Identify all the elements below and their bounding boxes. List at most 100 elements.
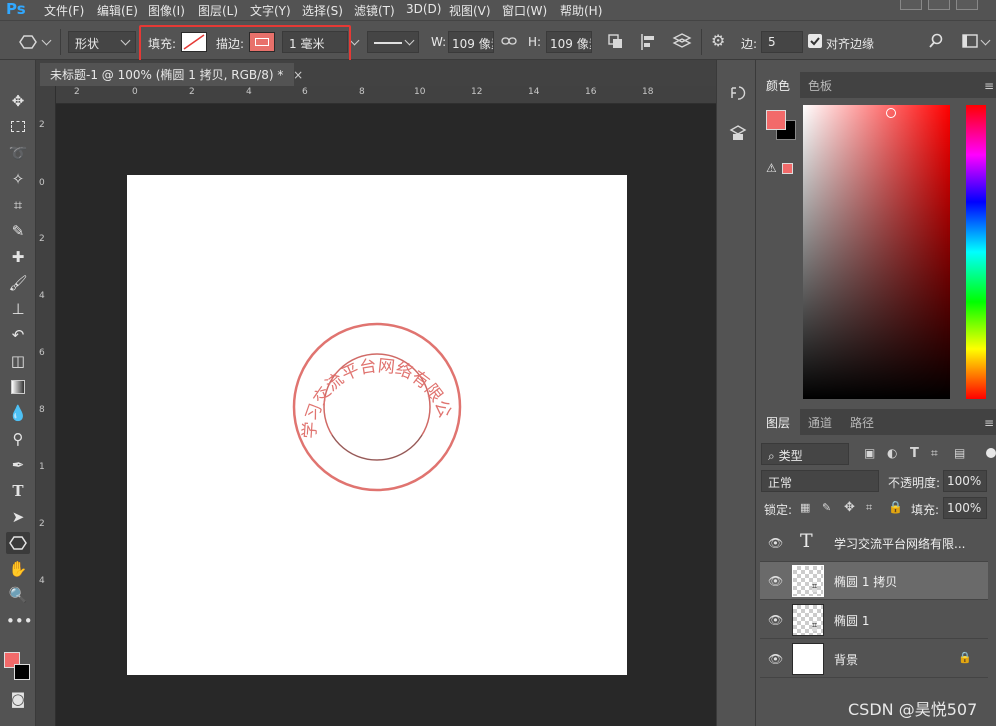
maximize-button[interactable] bbox=[928, 0, 950, 10]
lock-all-icon[interactable]: 🔒 bbox=[888, 500, 903, 514]
pixel-layer-filter-icon[interactable]: ▣ bbox=[864, 446, 875, 460]
seal-text[interactable]: 学习交流平台网络有限公司 bbox=[119, 160, 455, 439]
more-tools-icon[interactable]: ••• bbox=[6, 610, 33, 632]
healing-brush-tool-icon[interactable]: ✚ bbox=[6, 246, 30, 268]
menu-edit[interactable]: 编辑(E) bbox=[97, 2, 138, 19]
menu-select[interactable]: 选择(S) bbox=[302, 2, 343, 19]
lock-position-icon[interactable]: ✥ bbox=[844, 500, 855, 515]
path-operations-icon[interactable] bbox=[607, 33, 625, 51]
menu-filter[interactable]: 滤镜(T) bbox=[354, 2, 395, 19]
tab-color[interactable]: 颜色 bbox=[756, 72, 801, 98]
menu-file[interactable]: 文件(F) bbox=[44, 2, 84, 19]
gamut-warning-icon[interactable]: ⚠ bbox=[766, 161, 777, 175]
layer-row-ellipse-copy[interactable]: 👁 ⌗ 椭圆 1 拷贝 bbox=[760, 562, 988, 600]
chevron-down-icon[interactable] bbox=[41, 35, 52, 46]
lock-pixels-icon[interactable]: ✎ bbox=[822, 501, 831, 514]
eyedropper-tool-icon[interactable]: ✎ bbox=[6, 220, 30, 242]
chevron-down-icon[interactable] bbox=[349, 35, 360, 46]
minimize-button[interactable] bbox=[900, 0, 922, 10]
eye-icon[interactable]: 👁 bbox=[768, 613, 783, 627]
marquee-tool-icon[interactable] bbox=[6, 116, 30, 138]
path-selection-tool-icon[interactable]: ➤ bbox=[6, 506, 30, 528]
close-window-button[interactable] bbox=[956, 0, 978, 10]
polygon-tool-icon[interactable] bbox=[6, 532, 30, 554]
menu-image[interactable]: 图像(I) bbox=[148, 2, 185, 19]
blur-tool-icon[interactable]: 💧 bbox=[6, 402, 30, 424]
tools-panel: ✥ ➰ ✧ ⌗ ✎ ✚ 🖌 ⊥ ↶ ◫ 💧 ⚲ ✒ T ➤ ✋ 🔍 ••• ◙ bbox=[0, 60, 36, 726]
gear-icon[interactable]: ⚙ bbox=[711, 31, 725, 50]
crop-tool-icon[interactable]: ⌗ bbox=[6, 194, 30, 216]
lasso-tool-icon[interactable]: ➰ bbox=[6, 142, 30, 164]
opacity-input[interactable]: 100% bbox=[943, 470, 987, 492]
polygon-tool-preset-icon[interactable] bbox=[18, 34, 38, 50]
menu-3d[interactable]: 3D(D) bbox=[406, 2, 441, 16]
zoom-tool-icon[interactable]: 🔍 bbox=[6, 584, 30, 606]
background-color-swatch[interactable] bbox=[14, 664, 30, 680]
fill-input[interactable]: 100% bbox=[943, 497, 987, 519]
type-tool-icon[interactable]: T bbox=[6, 480, 30, 502]
dodge-tool-icon[interactable]: ⚲ bbox=[6, 428, 30, 450]
shape-layer-filter-icon[interactable]: ⌗ bbox=[931, 446, 938, 461]
foreground-color-chip[interactable] bbox=[766, 110, 786, 130]
history-brush-tool-icon[interactable]: ↶ bbox=[6, 324, 30, 346]
vertical-ruler[interactable]: 2 0 2 4 6 8 1 2 4 bbox=[36, 86, 56, 726]
gradient-tool-icon[interactable] bbox=[6, 376, 30, 398]
tab-layers[interactable]: 图层 bbox=[756, 409, 801, 435]
brush-tool-icon[interactable]: 🖌 bbox=[6, 272, 30, 294]
link-icon[interactable] bbox=[501, 35, 517, 47]
smart-object-filter-icon[interactable]: ▤ bbox=[954, 446, 965, 460]
eye-icon[interactable]: 👁 bbox=[768, 574, 783, 588]
chevron-down-icon[interactable] bbox=[980, 35, 991, 46]
document-tab[interactable]: 未标题-1 @ 100% (椭圆 1 拷贝, RGB/8) * × bbox=[40, 63, 303, 86]
layer-row-text[interactable]: 👁 T 学习交流平台网络有限... bbox=[760, 524, 988, 562]
hand-tool-icon[interactable]: ✋ bbox=[6, 558, 30, 580]
lock-transparency-icon[interactable]: ▦ bbox=[800, 501, 810, 514]
layer-row-ellipse[interactable]: 👁 ⌗ 椭圆 1 bbox=[760, 601, 988, 639]
pen-tool-icon[interactable]: ✒ bbox=[6, 454, 30, 476]
lock-icon[interactable]: 🔒 bbox=[958, 651, 972, 664]
color-picker-cursor[interactable] bbox=[886, 108, 896, 118]
properties-panel-icon[interactable] bbox=[729, 124, 747, 142]
eye-icon[interactable]: 👁 bbox=[768, 536, 783, 550]
panel-menu-icon[interactable]: ≡ bbox=[984, 79, 994, 93]
tab-swatches[interactable]: 色板 bbox=[798, 72, 842, 98]
menu-help[interactable]: 帮助(H) bbox=[560, 2, 602, 19]
menu-view[interactable]: 视图(V) bbox=[449, 2, 491, 19]
opacity-value: 100% bbox=[947, 474, 982, 488]
panel-menu-icon[interactable]: ≡ bbox=[984, 416, 994, 430]
clone-stamp-tool-icon[interactable]: ⊥ bbox=[6, 298, 30, 320]
filter-toggle-icon[interactable] bbox=[986, 448, 996, 458]
history-panel-icon[interactable] bbox=[729, 84, 747, 102]
type-layer-filter-icon[interactable]: T bbox=[910, 446, 919, 461]
menu-layer[interactable]: 图层(L) bbox=[198, 2, 238, 19]
close-tab-icon[interactable]: × bbox=[293, 68, 303, 82]
gamut-color-chip[interactable] bbox=[782, 163, 793, 174]
width-input[interactable]: 109 像素 bbox=[448, 31, 494, 53]
blend-mode-select[interactable]: 正常 bbox=[761, 470, 879, 492]
path-alignment-icon[interactable] bbox=[640, 33, 658, 51]
tab-paths[interactable]: 路径 bbox=[840, 409, 884, 435]
path-arrangement-icon[interactable] bbox=[672, 33, 692, 51]
menu-window[interactable]: 窗口(W) bbox=[502, 2, 547, 19]
hue-slider[interactable] bbox=[966, 105, 986, 399]
quick-mask-icon[interactable]: ◙ bbox=[6, 688, 30, 710]
align-edges-checkbox[interactable] bbox=[808, 34, 822, 48]
eye-icon[interactable]: 👁 bbox=[768, 652, 783, 666]
eraser-tool-icon[interactable]: ◫ bbox=[6, 350, 30, 372]
document-canvas[interactable]: 学习交流平台网络有限公司 bbox=[119, 160, 627, 675]
move-tool-icon[interactable]: ✥ bbox=[6, 90, 30, 112]
layer-name: 背景 bbox=[834, 653, 859, 667]
layer-filter-select[interactable]: ⌕ 类型 bbox=[761, 443, 849, 465]
height-input[interactable]: 109 像素 bbox=[546, 31, 592, 53]
sides-input[interactable]: 5 bbox=[761, 31, 803, 53]
menu-type[interactable]: 文字(Y) bbox=[250, 2, 291, 19]
horizontal-ruler[interactable]: 2 0 2 4 6 8 10 12 14 16 18 bbox=[56, 86, 716, 104]
workspace-icon[interactable] bbox=[962, 34, 978, 48]
tab-channels[interactable]: 通道 bbox=[798, 409, 842, 435]
magic-wand-tool-icon[interactable]: ✧ bbox=[6, 168, 30, 190]
search-icon[interactable] bbox=[928, 33, 944, 49]
color-picker-field[interactable] bbox=[803, 105, 950, 399]
lock-artboard-icon[interactable]: ⌗ bbox=[866, 501, 872, 515]
adjustment-layer-filter-icon[interactable]: ◐ bbox=[887, 446, 897, 460]
layer-row-background[interactable]: 👁 背景 🔒 bbox=[760, 640, 988, 678]
